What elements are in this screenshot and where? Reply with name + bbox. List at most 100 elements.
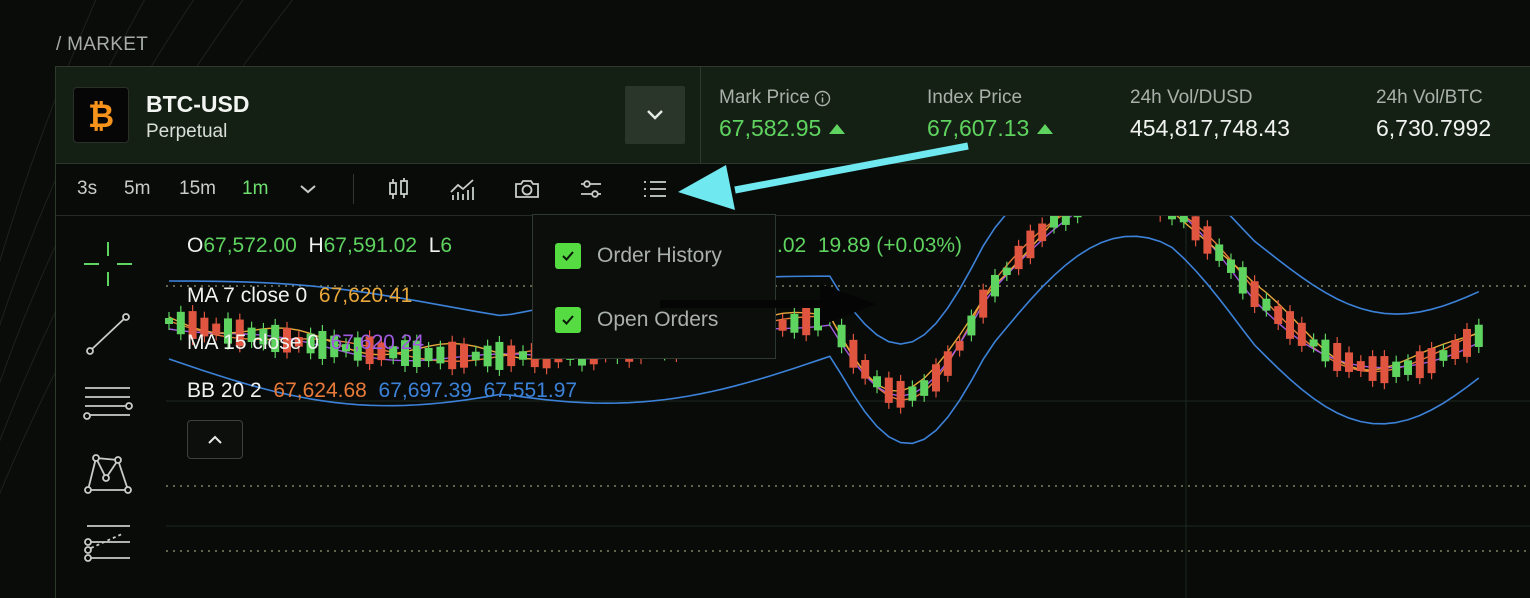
market-panel: ₿ BTC-USD Perpetual Mark Price 67,582.95… xyxy=(55,66,1530,598)
candle xyxy=(1321,339,1330,362)
candle xyxy=(943,351,952,376)
check-icon xyxy=(562,251,574,261)
candle xyxy=(991,274,999,297)
close-value: .02 xyxy=(777,234,807,257)
pattern-tool-icon[interactable] xyxy=(82,450,134,500)
check-icon xyxy=(562,315,574,325)
camera-icon[interactable] xyxy=(514,176,540,202)
collapse-legend-button[interactable] xyxy=(187,420,243,459)
close-change-legend: .02 19.89 (+0.03%) xyxy=(777,234,962,258)
ohlc-legend: O67,572.00 H67,591.02 L6 xyxy=(187,234,452,258)
bb-label: BB 20 2 xyxy=(187,379,262,402)
stat-value: 67,607.13 xyxy=(927,115,1054,142)
svg-text:₿: ₿ xyxy=(88,98,114,132)
candle xyxy=(814,308,822,331)
candle xyxy=(825,314,834,321)
candle xyxy=(1463,328,1471,357)
candle xyxy=(920,380,929,396)
vol-dusd-stat: 24h Vol/DUSD 454,817,748.43 xyxy=(1130,87,1290,142)
candle xyxy=(1215,244,1224,261)
candle xyxy=(483,345,492,367)
high-value: 67,591.02 xyxy=(323,234,418,257)
timeframe-1m[interactable]: 1m xyxy=(242,178,268,200)
timeframe-3s[interactable]: 3s xyxy=(77,178,97,200)
candle xyxy=(979,289,988,318)
open-orders-option[interactable]: Open Orders xyxy=(555,304,718,336)
trend-line-tool-icon[interactable] xyxy=(82,310,134,360)
timeframe-5m[interactable]: 5m xyxy=(124,178,150,200)
fib-levels-tool-icon[interactable] xyxy=(82,380,134,430)
candle xyxy=(1415,351,1424,379)
candle xyxy=(873,376,881,388)
candle xyxy=(1392,361,1401,377)
candle xyxy=(1474,324,1483,347)
candle xyxy=(1061,216,1070,225)
ma15-label: MA 15 close 0 xyxy=(187,331,319,354)
candle xyxy=(1345,352,1353,372)
stat-value: 6,730.7992 xyxy=(1376,115,1492,141)
info-icon[interactable] xyxy=(814,90,831,107)
candle xyxy=(861,359,870,379)
market-select-button[interactable] xyxy=(625,86,685,144)
stat-label: Index Price xyxy=(927,87,1023,108)
breadcrumb: / MARKET xyxy=(56,34,149,55)
trend-up-icon xyxy=(1037,124,1054,134)
candle xyxy=(1356,361,1365,372)
timeframe-15m[interactable]: 15m xyxy=(179,178,216,200)
btc-logo: ₿ xyxy=(73,87,129,143)
bb-mid-value: 67,624.68 xyxy=(273,379,367,402)
candle xyxy=(884,377,893,403)
vol-btc-stat: 24h Vol/BTC 6,730.7992 xyxy=(1376,87,1491,142)
projection-tool-icon[interactable] xyxy=(82,520,134,570)
ma7-value: 67,620.41 xyxy=(318,284,413,307)
candle xyxy=(176,311,185,335)
candle xyxy=(932,364,940,392)
pair-type: Perpetual xyxy=(146,121,228,142)
low-label: L xyxy=(428,234,441,257)
candle xyxy=(1026,230,1035,259)
high-label: H xyxy=(308,234,324,257)
candlestick-icon[interactable] xyxy=(386,176,412,202)
crosshair-tool-icon[interactable] xyxy=(82,240,134,290)
candle xyxy=(1439,350,1448,361)
candle xyxy=(436,346,445,364)
timeframe-chevron-down-icon[interactable] xyxy=(297,176,319,202)
stat-value: 67,582.95 xyxy=(719,115,846,142)
list-icon[interactable] xyxy=(642,176,668,202)
candle xyxy=(1297,322,1306,346)
open-orders-label: Open Orders xyxy=(597,308,719,331)
order-history-option[interactable]: Order History xyxy=(555,240,722,272)
index-price-stat: Index Price 67,607.13 xyxy=(927,87,1054,142)
price-chart[interactable] xyxy=(56,216,1530,598)
candle xyxy=(896,380,905,408)
order-history-checkbox[interactable] xyxy=(555,243,581,269)
candle xyxy=(778,319,787,331)
trend-up-icon xyxy=(829,124,846,134)
indicator-chart-icon[interactable] xyxy=(449,176,475,202)
toolbar-divider xyxy=(353,174,354,204)
candle xyxy=(1238,267,1247,294)
chevron-down-icon xyxy=(647,110,663,120)
candle xyxy=(1227,259,1235,273)
settings-sliders-icon[interactable] xyxy=(578,176,604,202)
candle xyxy=(1380,356,1389,384)
list-options-dropdown: Order History Open Orders xyxy=(532,214,776,359)
candle xyxy=(1262,298,1271,311)
candle xyxy=(1038,223,1047,242)
candle xyxy=(519,351,527,360)
candle xyxy=(790,313,799,333)
bb-lower-value: 67,551.97 xyxy=(483,379,578,402)
candle xyxy=(967,315,976,336)
pair-name: BTC-USD xyxy=(146,91,250,117)
open-orders-checkbox[interactable] xyxy=(555,307,581,333)
candle xyxy=(495,341,504,370)
bitcoin-icon: ₿ xyxy=(88,98,114,132)
candle xyxy=(1404,360,1412,375)
candle xyxy=(165,318,173,324)
candle xyxy=(1179,216,1188,223)
header-divider xyxy=(700,67,701,163)
candle xyxy=(908,386,917,401)
ma15-value: 67,620.24 xyxy=(330,331,425,354)
candle xyxy=(507,345,516,367)
change-value: 19.89 (+0.03%) xyxy=(817,234,963,257)
